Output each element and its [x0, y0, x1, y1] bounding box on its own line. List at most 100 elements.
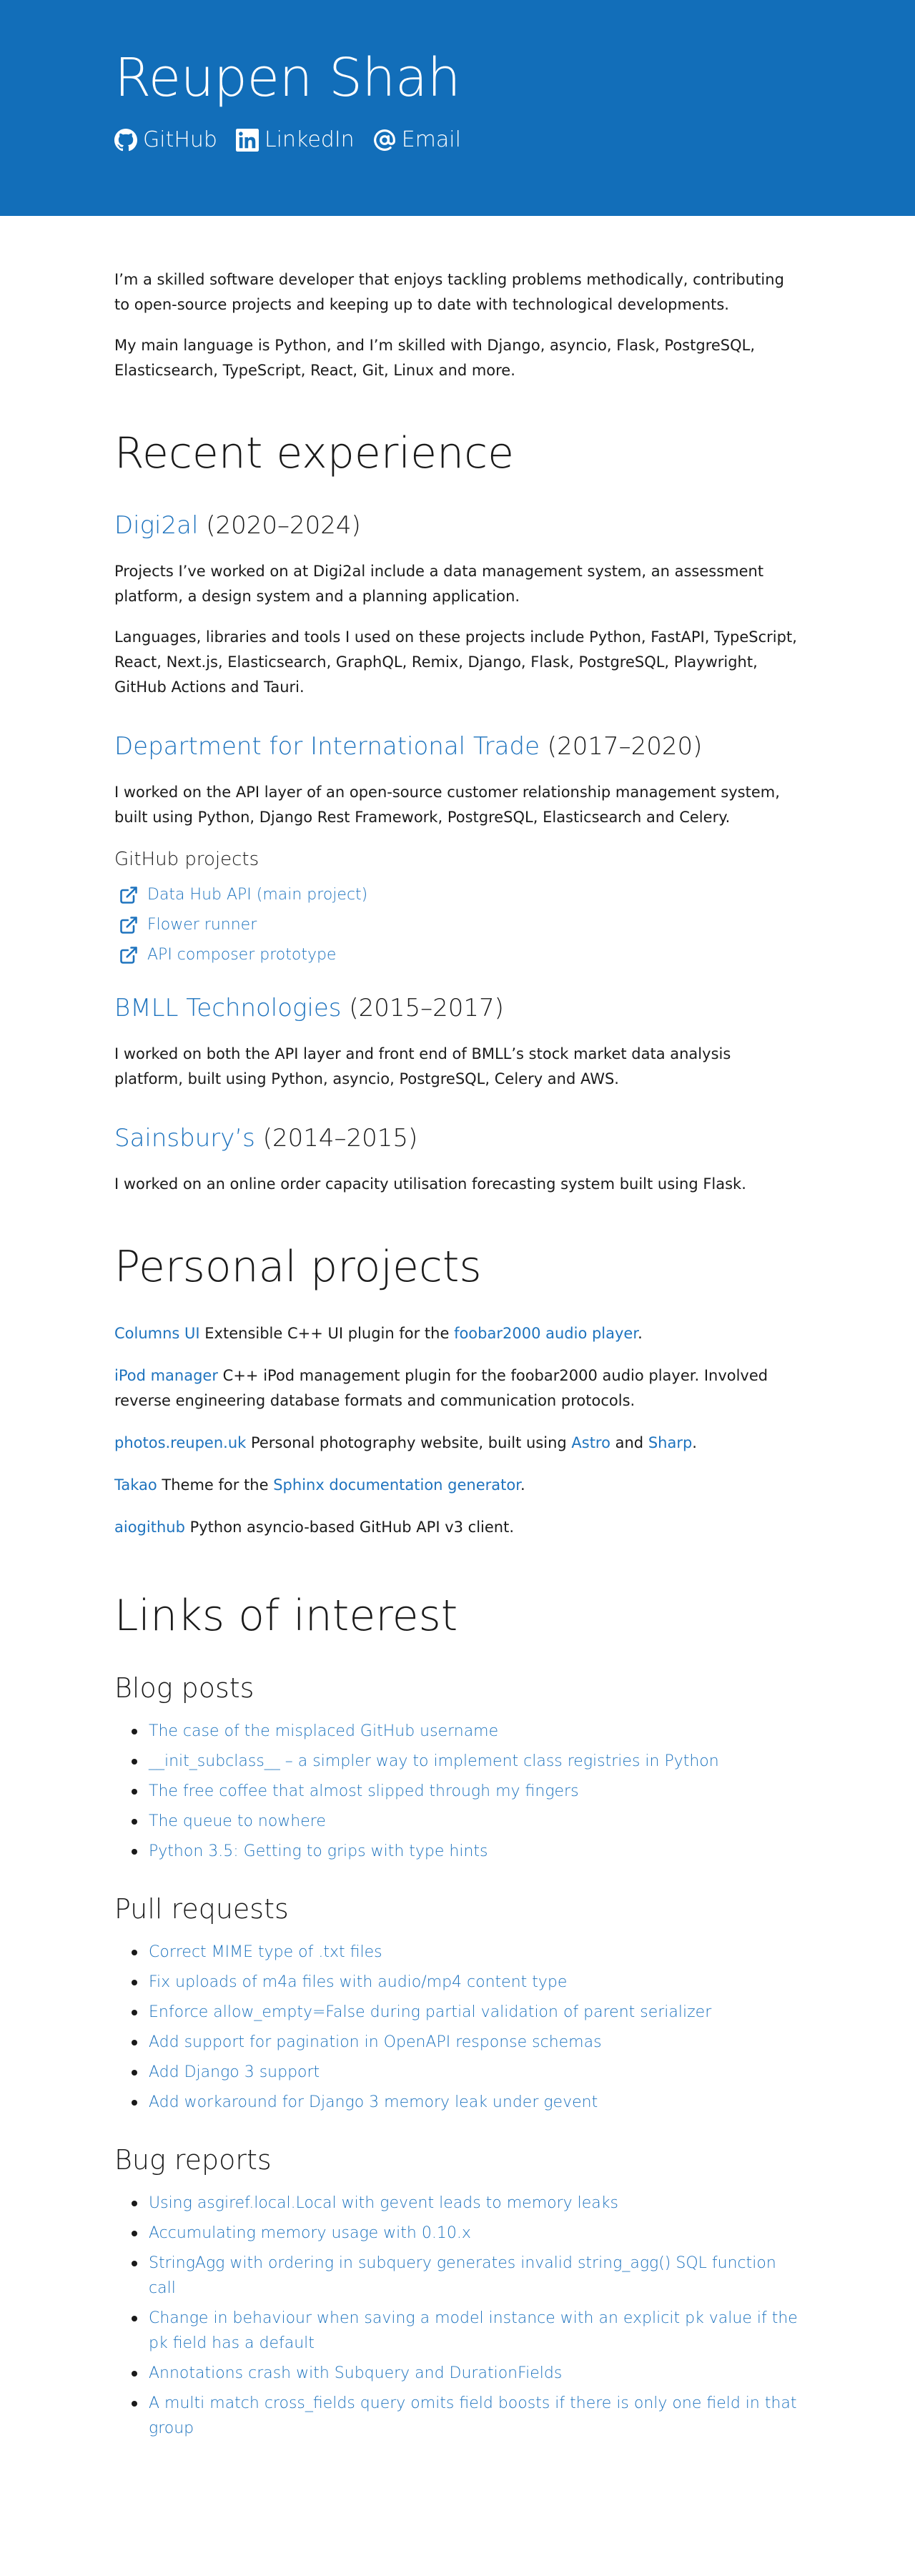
- project-description: Theme for the: [157, 1476, 274, 1494]
- punctuation: .: [692, 1434, 697, 1451]
- job-heading: Department for International Trade (2017…: [114, 729, 801, 764]
- list-item: Add support for pagination in OpenAPI re…: [132, 2030, 801, 2055]
- email-link[interactable]: Email: [373, 126, 461, 154]
- project-item: aiogithub Python asyncio-based GitHub AP…: [114, 1515, 801, 1540]
- job-heading: Sainsbury’s (2014–2015): [114, 1120, 801, 1156]
- conjunction: and: [610, 1434, 648, 1451]
- external-link-icon: [120, 917, 137, 934]
- pull-requests-list: Correct MIME type of .txt files Fix uplo…: [114, 1940, 801, 2115]
- github-link[interactable]: GitHub: [114, 126, 217, 154]
- job-description: I worked on the API layer of an open-sou…: [114, 784, 780, 826]
- pull-request-link[interactable]: Add Django 3 support: [149, 2063, 320, 2081]
- github-projects-heading: GitHub projects: [114, 849, 259, 870]
- experience-section: Recent experience Digi2al (2020–2024) Pr…: [114, 425, 801, 1197]
- site-title: Reupen Shah: [114, 47, 461, 109]
- blog-post-link[interactable]: The case of the misplaced GitHub usernam…: [149, 1722, 498, 1740]
- blog-posts-heading: Blog posts: [114, 1672, 254, 1704]
- job-heading: BMLL Technologies (2015–2017): [114, 990, 801, 1026]
- project-name-link[interactable]: iPod manager: [114, 1367, 218, 1384]
- page-header: Reupen Shah GitHub LinkedIn Email: [0, 0, 915, 216]
- punctuation: .: [638, 1325, 643, 1342]
- project-item: photos.reupen.uk Personal photography we…: [114, 1431, 801, 1456]
- pull-request-link[interactable]: Correct MIME type of .txt files: [149, 1943, 382, 1961]
- project-name-link[interactable]: photos.reupen.uk: [114, 1434, 246, 1451]
- company-link[interactable]: Digi2al: [114, 511, 198, 540]
- github-label: GitHub: [143, 127, 217, 152]
- bug-report-link[interactable]: Accumulating memory usage with 0.10.x: [149, 2224, 471, 2242]
- github-projects-list: Data Hub API (main project) Flower runne…: [114, 880, 801, 970]
- list-item: StringAgg with ordering in subquery gene…: [132, 2251, 801, 2301]
- list-item: Python 3.5: Getting to grips with type h…: [132, 1839, 801, 1864]
- project-description: Personal photography website, built usin…: [246, 1434, 572, 1451]
- projects-heading: Personal projects: [114, 1242, 482, 1292]
- header-inner: Reupen Shah GitHub LinkedIn Email: [114, 0, 801, 154]
- job-description: Projects I’ve worked on at Digi2al inclu…: [114, 563, 764, 605]
- pull-request-link[interactable]: Fix uploads of m4a files with audio/mp4 …: [149, 1973, 567, 1991]
- bug-report-link[interactable]: StringAgg with ordering in subquery gene…: [149, 2254, 776, 2297]
- list-item: API composer prototype: [114, 940, 801, 970]
- intro-section: I’m a skilled software developer that en…: [114, 267, 801, 383]
- project-item: iPod manager C++ iPod management plugin …: [114, 1363, 801, 1413]
- job-years: (2015–2017): [341, 994, 504, 1022]
- list-item: A multi match cross_fields query omits f…: [132, 2391, 801, 2441]
- pull-request-link[interactable]: Add support for pagination in OpenAPI re…: [149, 2033, 602, 2051]
- bug-reports-heading: Bug reports: [114, 2144, 272, 2176]
- project-name-link[interactable]: aiogithub: [114, 1519, 185, 1536]
- email-label: Email: [401, 127, 461, 152]
- project-description: Extensible C++ UI plugin for the: [199, 1325, 455, 1342]
- project-ref-link[interactable]: Astro: [571, 1434, 610, 1451]
- blog-post-link[interactable]: The free coffee that almost slipped thro…: [149, 1782, 579, 1800]
- bug-report-link[interactable]: A multi match cross_fields query omits f…: [149, 2394, 797, 2437]
- pull-request-link[interactable]: Enforce allow_empty=False during partial…: [149, 2003, 711, 2021]
- blog-post-link[interactable]: Python 3.5: Getting to grips with type h…: [149, 1842, 488, 1860]
- list-item: Correct MIME type of .txt files: [132, 1940, 801, 1965]
- project-ref-link[interactable]: Sphinx documentation generator: [273, 1476, 520, 1494]
- linkedin-link[interactable]: LinkedIn: [235, 126, 355, 154]
- job-years: (2017–2020): [540, 732, 703, 761]
- project-ref-link[interactable]: Sharp: [648, 1434, 692, 1451]
- list-item: __init_subclass__ – a simpler way to imp…: [132, 1749, 801, 1774]
- project-link[interactable]: Flower runner: [147, 910, 257, 940]
- project-item: Columns UI Extensible C++ UI plugin for …: [114, 1321, 801, 1346]
- pull-requests-heading: Pull requests: [114, 1893, 289, 1925]
- project-item: Takao Theme for the Sphinx documentation…: [114, 1473, 801, 1498]
- project-link[interactable]: API composer prototype: [147, 940, 336, 970]
- job-description: I worked on an online order capacity uti…: [114, 1175, 746, 1193]
- company-link[interactable]: Sainsbury’s: [114, 1124, 255, 1153]
- job-description: Languages, libraries and tools I used on…: [114, 628, 797, 696]
- company-link[interactable]: Department for International Trade: [114, 732, 540, 761]
- intro-paragraph: I’m a skilled software developer that en…: [114, 271, 784, 313]
- list-item: Add workaround for Django 3 memory leak …: [132, 2090, 801, 2115]
- project-name-link[interactable]: Columns UI: [114, 1325, 200, 1342]
- list-item: Add Django 3 support: [132, 2060, 801, 2085]
- bug-report-link[interactable]: Using asgiref.local.Local with gevent le…: [149, 2194, 618, 2212]
- company-link[interactable]: BMLL Technologies: [114, 994, 342, 1022]
- social-links: GitHub LinkedIn Email: [114, 126, 801, 154]
- links-heading: Links of interest: [114, 1591, 458, 1641]
- list-item: The queue to nowhere: [132, 1809, 801, 1834]
- bug-report-link[interactable]: Change in behaviour when saving a model …: [149, 2309, 798, 2352]
- list-item: Data Hub API (main project): [114, 880, 801, 910]
- at-sign-icon: [373, 129, 395, 151]
- list-item: Flower runner: [114, 910, 801, 940]
- links-section: Links of interest Blog posts The case of…: [114, 1587, 801, 2441]
- external-link-icon: [120, 947, 137, 964]
- linkedin-label: LinkedIn: [264, 127, 355, 152]
- blog-post-link[interactable]: The queue to nowhere: [149, 1812, 326, 1830]
- projects-section: Personal projects Columns UI Extensible …: [114, 1238, 801, 1540]
- job-years: (2014–2015): [254, 1124, 418, 1153]
- project-link[interactable]: Data Hub API (main project): [147, 880, 367, 910]
- main-content: I’m a skilled software developer that en…: [114, 216, 801, 2441]
- project-ref-link[interactable]: foobar2000 audio player: [454, 1325, 638, 1342]
- blog-post-link[interactable]: __init_subclass__ – a simpler way to imp…: [149, 1752, 719, 1770]
- external-link-icon: [120, 887, 137, 904]
- project-name-link[interactable]: Takao: [114, 1476, 157, 1494]
- experience-heading: Recent experience: [114, 428, 514, 478]
- list-item: Annotations crash with Subquery and Dura…: [132, 2361, 801, 2386]
- github-icon: [114, 129, 137, 152]
- pull-request-link[interactable]: Add workaround for Django 3 memory leak …: [149, 2093, 598, 2111]
- list-item: The free coffee that almost slipped thro…: [132, 1779, 801, 1804]
- bug-report-link[interactable]: Annotations crash with Subquery and Dura…: [149, 2364, 562, 2382]
- blog-posts-list: The case of the misplaced GitHub usernam…: [114, 1719, 801, 1864]
- intro-paragraph: My main language is Python, and I’m skil…: [114, 337, 756, 379]
